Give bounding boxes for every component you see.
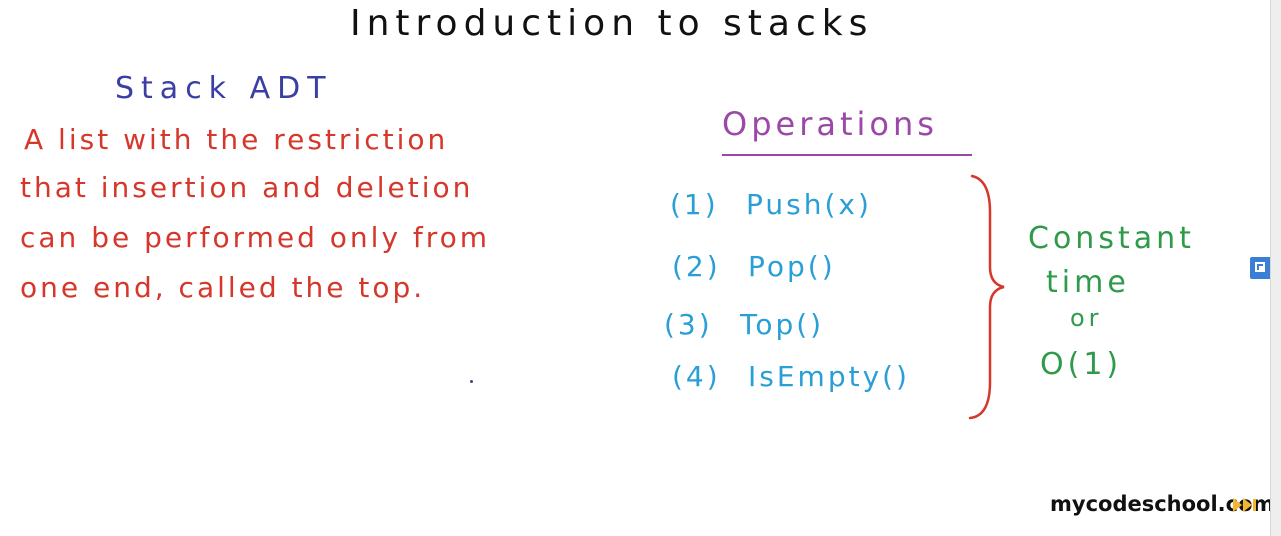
- complexity-line: time: [1046, 265, 1130, 300]
- operation-name: Push(x): [746, 188, 872, 221]
- operations-underline: [722, 154, 972, 156]
- stray-pen-dot: [470, 380, 473, 383]
- operation-item: (2) Pop(): [672, 250, 836, 283]
- page-title: Introduction to stacks: [350, 3, 874, 44]
- operation-item: (3) Top(): [664, 308, 824, 341]
- operation-number: (4): [672, 360, 721, 393]
- definition-line: one end, called the top.: [20, 271, 426, 304]
- operation-name: Top(): [740, 308, 825, 341]
- operation-item: (4) IsEmpty(): [672, 360, 910, 393]
- operation-item: (1) Push(x): [670, 188, 872, 221]
- curly-brace: [968, 174, 1005, 420]
- operation-number: (2): [672, 250, 721, 283]
- window-overlay-icon[interactable]: [1250, 257, 1272, 279]
- operation-number: (3): [664, 308, 713, 341]
- mycodeschool-logo-icon: [1233, 498, 1256, 512]
- operation-name: IsEmpty(): [748, 360, 910, 393]
- definition-line: can be performed only from: [20, 221, 491, 254]
- definition-line: A list with the restriction: [24, 123, 449, 156]
- adt-heading: Stack ADT: [115, 71, 333, 106]
- operations-heading: Operations: [722, 105, 938, 143]
- operation-number: (1): [670, 188, 719, 221]
- definition-line: that insertion and deletion: [20, 171, 474, 204]
- whiteboard-canvas: Introduction to stacks Stack ADT A list …: [0, 0, 1281, 536]
- vertical-scrollbar[interactable]: [1270, 0, 1281, 536]
- complexity-line: Constant: [1028, 221, 1195, 256]
- complexity-line: O(1): [1040, 347, 1123, 382]
- complexity-line: or: [1070, 304, 1103, 332]
- operation-name: Pop(): [748, 250, 836, 283]
